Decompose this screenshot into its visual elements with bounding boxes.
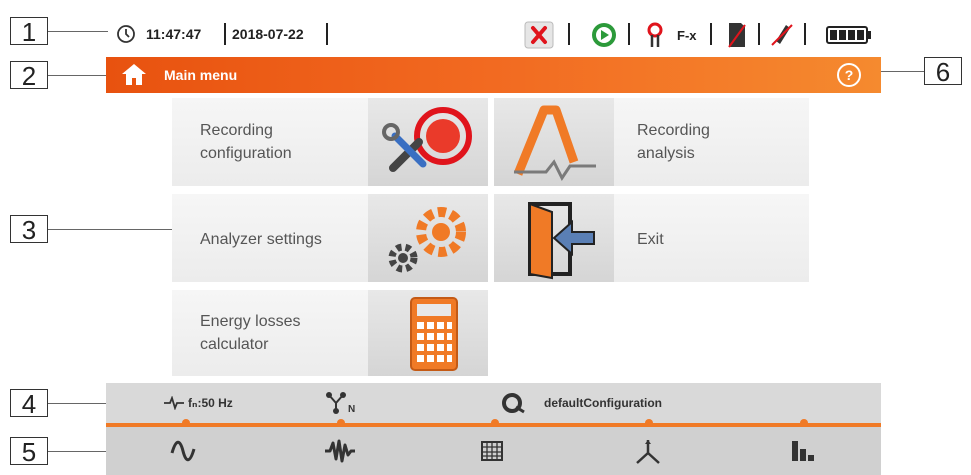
energy-losses-calculator-tile[interactable]: Energy losses calculator [172, 290, 488, 376]
sd-card-icon [726, 21, 748, 52]
callout-2: 2 [10, 61, 48, 90]
tools-target-icon [382, 107, 472, 172]
tile-label-line2: analysis [637, 145, 695, 162]
sine-wave-icon [170, 440, 196, 462]
nominal-frequency: fₙ:50 Hz [188, 396, 233, 410]
help-icon[interactable]: ? [836, 62, 862, 93]
analyzer-settings-tile[interactable]: Analyzer settings [172, 194, 488, 282]
tile-label-line2: configuration [200, 145, 292, 162]
tile-label-line2: calculator [200, 336, 269, 353]
callout-3: 3 [10, 215, 48, 244]
play-status-icon [590, 21, 618, 52]
info-bar: fₙ:50 Hz N defaultConfiguration [106, 383, 881, 423]
table-icon [481, 441, 503, 461]
tile-label: Exit [637, 231, 664, 248]
configuration-name: defaultConfiguration [544, 396, 662, 410]
calculator-icon [410, 297, 458, 371]
configuration-icon [502, 392, 526, 417]
phasor-icon [636, 440, 660, 464]
recording-analysis-tile[interactable]: Recording analysis [494, 98, 809, 186]
callout-5-leader [48, 451, 108, 452]
gears-icon [388, 207, 466, 273]
nav-table-button[interactable] [416, 427, 571, 475]
tile-label-line1: Energy losses [200, 313, 301, 330]
home-icon[interactable] [121, 62, 147, 91]
callout-4-leader [48, 403, 108, 404]
exit-tile[interactable]: Exit [494, 194, 809, 282]
bottom-navigation [106, 427, 881, 475]
tile-label-line1: Recording [637, 122, 710, 139]
nav-harmonics-button[interactable] [726, 427, 881, 475]
signal-wave-icon [325, 439, 355, 463]
analysis-wave-icon [513, 105, 596, 181]
recording-stop-icon[interactable] [524, 21, 554, 52]
network-type-icon: N [326, 392, 358, 417]
page-title: Main menu [164, 67, 238, 83]
clock-icon [116, 24, 136, 47]
clamp-icon [646, 21, 664, 52]
clamp-type: F-x [677, 28, 697, 43]
callout-4: 4 [10, 389, 48, 418]
callout-1: 1 [10, 17, 48, 46]
svg-text:?: ? [845, 67, 854, 83]
frequency-icon [164, 395, 184, 413]
status-time: 11:47:47 [146, 26, 202, 42]
callout-6: 6 [924, 57, 962, 86]
nav-timeplot-button[interactable] [261, 427, 416, 475]
callout-5: 5 [10, 437, 48, 466]
bar-chart-icon [792, 441, 814, 461]
callout-2-leader [48, 75, 108, 76]
svg-text:N: N [348, 404, 355, 414]
recording-configuration-tile[interactable]: Recording configuration [172, 98, 488, 186]
nav-waveform-button[interactable] [106, 427, 261, 475]
callout-1-leader [48, 31, 108, 32]
status-date: 2018-07-22 [232, 26, 304, 42]
usb-icon [770, 21, 794, 52]
nav-phasor-button[interactable] [571, 427, 726, 475]
header-bar: Main menu ? [106, 57, 881, 93]
exit-door-icon [528, 202, 595, 280]
battery-icon [826, 21, 872, 52]
tile-label-line1: Recording [200, 122, 273, 139]
status-bar: 11:47:47 2018-07-22 F-x [106, 17, 881, 53]
tile-label: Analyzer settings [200, 231, 322, 248]
